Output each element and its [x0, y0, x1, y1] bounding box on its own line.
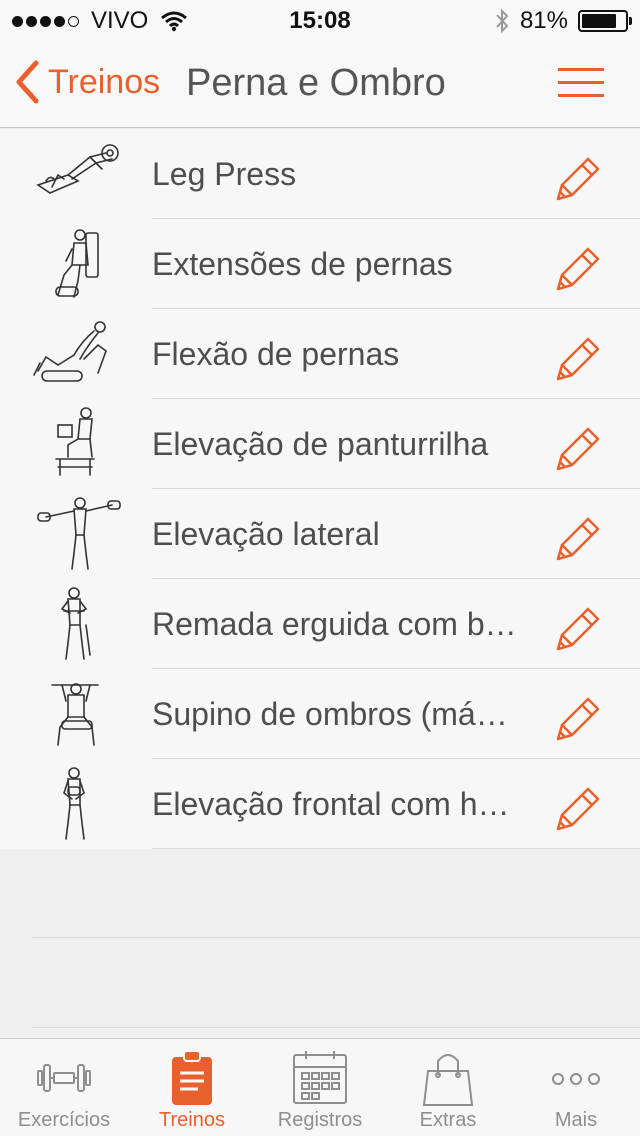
leg-press-illustration — [36, 144, 119, 194]
tab-label: Mais — [554, 1109, 598, 1131]
page-title: Perna e Ombro — [186, 62, 446, 104]
list-item[interactable]: Supino de ombros (máquina) — [0, 669, 640, 759]
pencil-icon[interactable] — [554, 599, 604, 651]
exercise-name: Supino de ombros (máquina) — [152, 696, 517, 732]
battery-percent: 81% — [519, 7, 568, 34]
front-raise-illustration — [63, 767, 85, 840]
upright-row-illustration — [60, 587, 91, 660]
exercise-list: Leg Press Extensões de pernas Flexão de … — [0, 129, 640, 849]
battery-fill — [582, 14, 617, 28]
tab-label: Extras — [419, 1109, 477, 1131]
tab-exercicios[interactable]: Exercícios — [0, 1039, 128, 1136]
pencil-icon[interactable] — [554, 239, 604, 291]
more-icon — [552, 1073, 600, 1085]
exercise-name: Elevação de panturrilha — [152, 426, 489, 462]
pencil-icon[interactable] — [554, 689, 604, 741]
dumbbell-icon — [37, 1064, 91, 1092]
status-bar: VIVO 15:08 81% — [0, 0, 640, 40]
list-item[interactable]: Flexão de pernas — [0, 309, 640, 399]
leg-curl-illustration — [33, 321, 107, 382]
pencil-icon[interactable] — [554, 509, 604, 561]
status-right: 81% — [494, 7, 632, 35]
tab-label: Exercícios — [17, 1109, 111, 1131]
exercise-name: Extensões de pernas — [152, 246, 453, 282]
tab-extras[interactable]: Extras — [384, 1039, 512, 1136]
pencil-icon[interactable] — [554, 149, 604, 201]
list-item[interactable]: Elevação lateral — [0, 489, 640, 579]
pencil-icon[interactable] — [554, 329, 604, 381]
clipboard-icon — [172, 1050, 212, 1105]
shoulder-press-illustration — [51, 683, 99, 746]
calendar-icon — [293, 1051, 347, 1104]
back-label: Treinos — [48, 62, 161, 101]
list-item[interactable]: Elevação de panturrilha — [0, 399, 640, 489]
tab-bar: Exercícios Treinos Registros Extras Mais — [0, 1038, 640, 1136]
empty-list-area — [0, 849, 640, 1037]
pencil-icon[interactable] — [554, 419, 604, 471]
lateral-raise-illustration — [37, 497, 121, 570]
list-item[interactable]: Leg Press — [0, 129, 640, 219]
back-button[interactable]: Treinos — [14, 60, 160, 104]
calf-raise-illustration — [55, 407, 95, 476]
tab-label: Registros — [277, 1109, 363, 1131]
shopping-bag-icon — [422, 1054, 474, 1106]
navigation-bar: Treinos Perna e Ombro — [0, 40, 640, 128]
tab-registros[interactable]: Registros — [256, 1039, 384, 1136]
bluetooth-icon — [496, 9, 509, 33]
chevron-left-icon — [16, 60, 39, 104]
leg-extension-illustration — [55, 229, 99, 298]
tab-label: Treinos — [159, 1109, 225, 1131]
list-item[interactable]: Extensões de pernas — [0, 219, 640, 309]
pencil-icon[interactable] — [554, 779, 604, 831]
hamburger-menu-icon[interactable] — [558, 68, 604, 98]
divider — [32, 1027, 640, 1028]
exercise-name: Elevação lateral — [152, 516, 380, 552]
exercise-name: Leg Press — [152, 156, 297, 192]
divider — [32, 937, 640, 938]
tab-mais[interactable]: Mais — [512, 1039, 640, 1136]
exercise-name: Remada erguida com barra — [152, 606, 517, 642]
list-item[interactable]: Elevação frontal com halteres — [0, 759, 640, 849]
exercise-name: Elevação frontal com halteres — [152, 786, 517, 822]
battery-icon — [578, 10, 632, 32]
list-item[interactable]: Remada erguida com barra — [0, 579, 640, 669]
tab-treinos[interactable]: Treinos — [128, 1039, 256, 1136]
exercise-name: Flexão de pernas — [152, 336, 400, 372]
